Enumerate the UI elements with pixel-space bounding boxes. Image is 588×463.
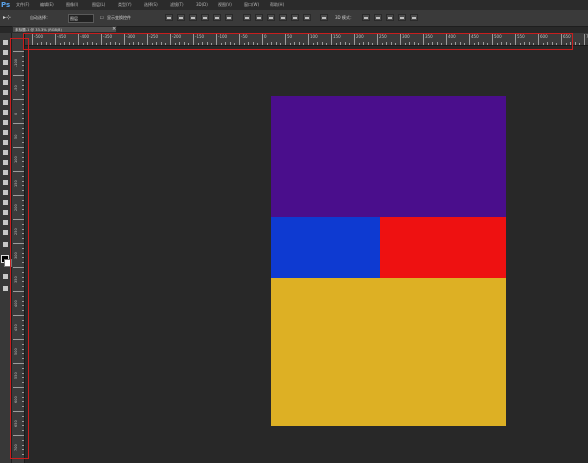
- hand-tool-icon[interactable]: [2, 219, 9, 226]
- 3d-rotate-button[interactable]: [362, 14, 370, 21]
- move-tool-icon[interactable]: ▸⊹: [3, 10, 11, 26]
- marquee-tool-icon[interactable]: [2, 49, 9, 56]
- menu-bar: Ps 文件(F) 编辑(E) 图像(I) 图层(L) 类型(Y) 选择(S) 滤…: [0, 0, 588, 10]
- gradient-tool-icon[interactable]: [2, 149, 9, 156]
- document-canvas[interactable]: [271, 96, 506, 426]
- 3d-roll-button[interactable]: [374, 14, 382, 21]
- quick-mask-icon[interactable]: [2, 273, 9, 280]
- 3d-drag-button[interactable]: [386, 14, 394, 21]
- show-transform-label: 显示变换控件: [107, 15, 131, 20]
- align-hcenter-button[interactable]: [213, 14, 221, 21]
- align-bottom-button[interactable]: [189, 14, 197, 21]
- show-transform-checkbox[interactable]: ☐: [100, 10, 104, 26]
- history-brush-tool-icon[interactable]: [2, 129, 9, 136]
- mode-3d-label: 3D 模式：: [335, 15, 354, 20]
- zoom-tool-icon[interactable]: [2, 229, 9, 236]
- ruler-minor-tick: [574, 42, 576, 45]
- 3d-scale-button[interactable]: [410, 14, 418, 21]
- menu-file[interactable]: 文件(F): [16, 0, 29, 10]
- menu-image[interactable]: 图像(I): [66, 0, 78, 10]
- type-tool-icon[interactable]: [2, 189, 9, 196]
- distribute-bottom-button[interactable]: [267, 14, 275, 21]
- menu-view[interactable]: 视图(V): [218, 0, 232, 10]
- align-top-button[interactable]: [165, 14, 173, 21]
- app-logo: Ps: [1, 1, 11, 9]
- auto-select-label: 自动选择：: [30, 15, 50, 20]
- vertical-ruler-highlight: [10, 38, 29, 459]
- blur-tool-icon[interactable]: [2, 159, 9, 166]
- menu-window[interactable]: 窗口(W): [244, 0, 259, 10]
- ruler-tick: [584, 34, 585, 45]
- move-tool-icon[interactable]: [2, 39, 9, 46]
- align-right-button[interactable]: [225, 14, 233, 21]
- screen-mode-icon[interactable]: [2, 285, 9, 292]
- quick-select-tool-icon[interactable]: [2, 69, 9, 76]
- yellow-rectangle[interactable]: [271, 278, 506, 426]
- purple-rectangle[interactable]: [271, 96, 506, 217]
- menu-type[interactable]: 类型(Y): [118, 0, 132, 10]
- healing-brush-tool-icon[interactable]: [2, 99, 9, 106]
- distribute-top-button[interactable]: [243, 14, 251, 21]
- blue-rectangle[interactable]: [271, 217, 380, 278]
- horizontal-ruler-highlight: [23, 33, 573, 50]
- menu-edit[interactable]: 编辑(E): [40, 0, 54, 10]
- distribute-hcenter-button[interactable]: [291, 14, 299, 21]
- 3d-slide-button[interactable]: [398, 14, 406, 21]
- distribute-left-button[interactable]: [279, 14, 287, 21]
- edit-toolbar-icon[interactable]: [2, 241, 9, 248]
- lasso-tool-icon[interactable]: [2, 59, 9, 66]
- close-icon[interactable]: ×: [112, 26, 116, 33]
- pen-tool-icon[interactable]: [2, 179, 9, 186]
- options-bar: ▸⊹ 自动选择： 图层 ☐ 显示变换控件 3D 模式：: [0, 10, 588, 27]
- menu-filter[interactable]: 滤镜(T): [170, 0, 184, 10]
- menu-select[interactable]: 选择(S): [144, 0, 158, 10]
- crop-tool-icon[interactable]: [2, 79, 9, 86]
- eyedropper-tool-icon[interactable]: [2, 89, 9, 96]
- distribute-right-button[interactable]: [303, 14, 311, 21]
- align-vcenter-button[interactable]: [177, 14, 185, 21]
- dodge-tool-icon[interactable]: [2, 169, 9, 176]
- brush-tool-icon[interactable]: [2, 109, 9, 116]
- menu-3d[interactable]: 3D(D): [196, 0, 208, 10]
- auto-align-button[interactable]: [320, 14, 328, 21]
- auto-select-dropdown[interactable]: 图层: [68, 14, 94, 23]
- path-select-tool-icon[interactable]: [2, 199, 9, 206]
- clone-stamp-tool-icon[interactable]: [2, 119, 9, 126]
- ruler-minor-tick: [579, 43, 581, 45]
- document-tab[interactable]: 未标题-1 @ 33.3% (RGB/8): [12, 26, 117, 33]
- menu-layer[interactable]: 图层(L): [92, 0, 105, 10]
- distribute-vcenter-button[interactable]: [255, 14, 263, 21]
- eraser-tool-icon[interactable]: [2, 139, 9, 146]
- align-left-button[interactable]: [201, 14, 209, 21]
- shape-tool-icon[interactable]: [2, 209, 9, 216]
- menu-help[interactable]: 帮助(H): [270, 0, 284, 10]
- red-rectangle[interactable]: [380, 217, 506, 278]
